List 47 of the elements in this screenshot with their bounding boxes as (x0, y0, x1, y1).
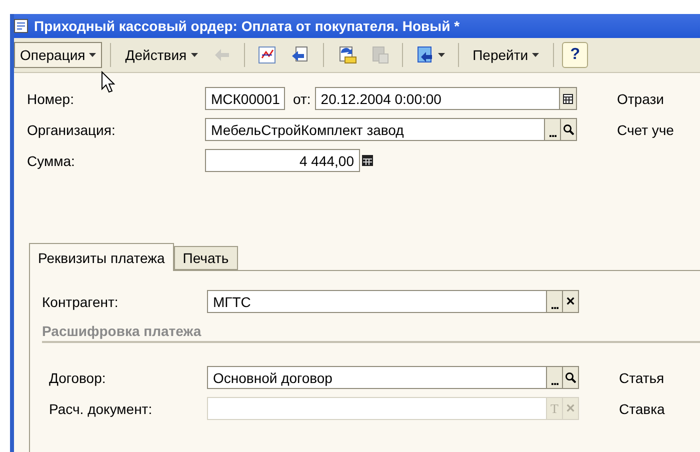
calendar-icon (563, 94, 574, 104)
menu-button[interactable]: Операция (14, 42, 102, 68)
caret-icon (532, 53, 540, 57)
field-label: Номер: (27, 90, 74, 106)
field-label: Договор: (49, 370, 106, 386)
search-icon (563, 124, 574, 135)
field-label: Отрази (617, 90, 665, 106)
caret-icon (190, 53, 198, 57)
search-button[interactable] (561, 118, 577, 141)
tab[interactable]: Реквизиты платежа (29, 243, 174, 271)
field-label: Контрагент: (42, 294, 118, 310)
reference-field[interactable]: Основной договор (207, 366, 547, 389)
chart-icon (258, 46, 276, 64)
field-label: Сумма: (27, 152, 75, 168)
document-arrow-icon (290, 46, 310, 64)
choice-button[interactable]: ... (547, 290, 563, 313)
menu-button[interactable]: Действия (119, 42, 204, 68)
window-title: Приходный кассовый ордер: Оплата от покупателя. Новый * (34, 18, 460, 34)
search-button[interactable] (563, 366, 579, 389)
field-label: Ставка (619, 400, 666, 416)
caret-icon (438, 53, 445, 57)
calculator-icon (362, 155, 372, 166)
search-icon (565, 372, 576, 383)
choice-button[interactable]: ... (545, 118, 561, 141)
menu-button[interactable]: Перейти (466, 42, 546, 68)
left-arrow-icon (212, 47, 231, 63)
form-icon (14, 19, 28, 33)
choice-button[interactable]: ... (547, 366, 563, 389)
caret-icon (89, 53, 96, 57)
field-label: Расч. документ: (49, 400, 152, 416)
field-label: Счет уче (617, 122, 675, 138)
field-label: от: (292, 90, 312, 106)
cursor-icon (101, 71, 115, 93)
section-title: Расшифровка платежа (42, 323, 700, 343)
amount-field[interactable]: 4 444,00 (205, 149, 360, 172)
number-field[interactable]: МСК00001 (205, 87, 285, 110)
tab[interactable]: Печать (174, 246, 238, 270)
counterparty-field[interactable]: МГТС (207, 290, 547, 313)
field-label: Статья (619, 370, 666, 386)
organization-field[interactable]: МебельСтройКомплект завод (205, 118, 545, 141)
field-label: Организация: (27, 122, 116, 138)
date-field[interactable]: 20.12.2004 0:00:00 (314, 87, 560, 110)
document-icon (370, 46, 389, 64)
help-button[interactable]: ? (562, 42, 588, 68)
calendar-button[interactable] (560, 87, 577, 110)
document-exchange-icon (336, 45, 357, 65)
clear-button[interactable]: × (563, 290, 579, 313)
